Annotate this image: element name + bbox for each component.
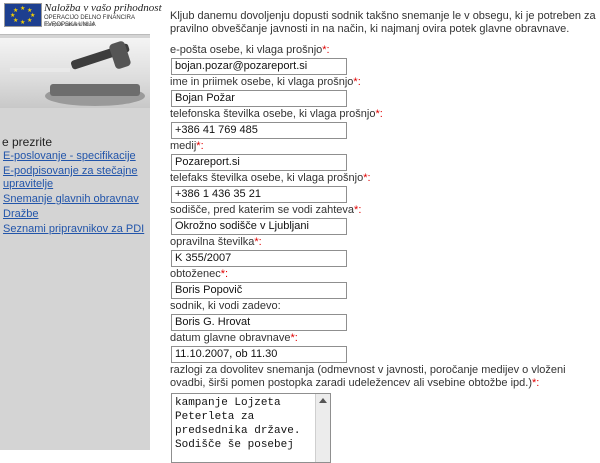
sidebar-links: E-poslovanje - specifikacije E-podpisova… [3,150,148,238]
scroll-up-arrow-icon[interactable] [319,398,327,403]
media-label: medij*: [170,140,204,152]
fax-input[interactable]: +386 1 436 35 21 [171,186,347,203]
phone-input[interactable]: +386 41 769 485 [171,122,347,139]
logo-title: Naložba v vašo prihodnost [44,2,162,14]
case-number-label: opravilna številka*: [170,236,262,248]
sidebar-item-snemanje[interactable]: Snemanje glavnih obravnav [3,193,148,206]
court-label: sodišče, pred katerim se vodi zahteva*: [170,204,362,216]
eu-flag-icon: ★ ★ ★ ★ ★ ★ ★ ★ [4,3,42,27]
sidebar-item-drazbe[interactable]: Dražbe [3,208,148,221]
gavel-banner-image [0,38,150,108]
phone-label: telefonska številka osebe, ki vlaga proš… [170,108,383,120]
sidebar: ★ ★ ★ ★ ★ ★ ★ ★ Naložba v vašo prihodnos… [0,0,162,450]
defendant-input[interactable]: Boris Popovič [171,282,347,299]
logo-subtitle-2: Evropski socialni sklad [44,22,95,28]
media-input[interactable]: Pozareport.si [171,154,347,171]
fax-label: telefaks številka osebe, ki vlaga prošnj… [170,172,371,184]
sidebar-item-e-podpisovanje[interactable]: E-podpisovanje za stečajne upravitelje [3,165,148,191]
reason-scrollbar[interactable] [315,394,330,462]
sidebar-heading: e prezrite [2,135,53,149]
hearing-date-label: datum glavne obravnave*: [170,332,298,344]
reason-label: razlogi za dovolitev snemanja (odmevnost… [170,364,566,389]
name-label: ime in priimek osebe, ki vlaga prošnjo*: [170,76,361,88]
gavel-icon [10,41,145,106]
email-label: e-pošta osebe, ki vlaga prošnjo*: [170,44,330,56]
defendant-label: obtoženec*: [170,268,229,280]
judge-input[interactable]: Boris G. Hrovat [171,314,347,331]
judge-label: sodnik, ki vodi zadevo: [170,300,281,312]
case-number-input[interactable]: K 355/2007 [171,250,347,267]
name-input[interactable]: Bojan Požar [171,90,347,107]
court-input[interactable]: Okrožno sodišče v Ljubljani [171,218,347,235]
sidebar-item-e-poslovanje[interactable]: E-poslovanje - specifikacije [3,150,148,163]
reason-textarea[interactable]: kampanje Lojzeta Peterleta za predsednik… [171,393,331,463]
hearing-date-input[interactable]: 11.10.2007, ob 11.30 [171,346,347,363]
reason-text: kampanje Lojzeta Peterleta za predsednik… [175,397,301,451]
request-form: e-pošta osebe, ki vlaga prošnjo*: bojan.… [170,44,600,463]
email-input[interactable]: bojan.pozar@pozareport.si [171,58,347,75]
intro-text: Kljub danemu dovoljenju dopusti sodnik t… [170,10,596,35]
sidebar-item-seznami-pripravnikov[interactable]: Seznami pripravnikov za PDI [3,223,148,236]
eu-logo: ★ ★ ★ ★ ★ ★ ★ ★ Naložba v vašo prihodnos… [0,0,162,35]
